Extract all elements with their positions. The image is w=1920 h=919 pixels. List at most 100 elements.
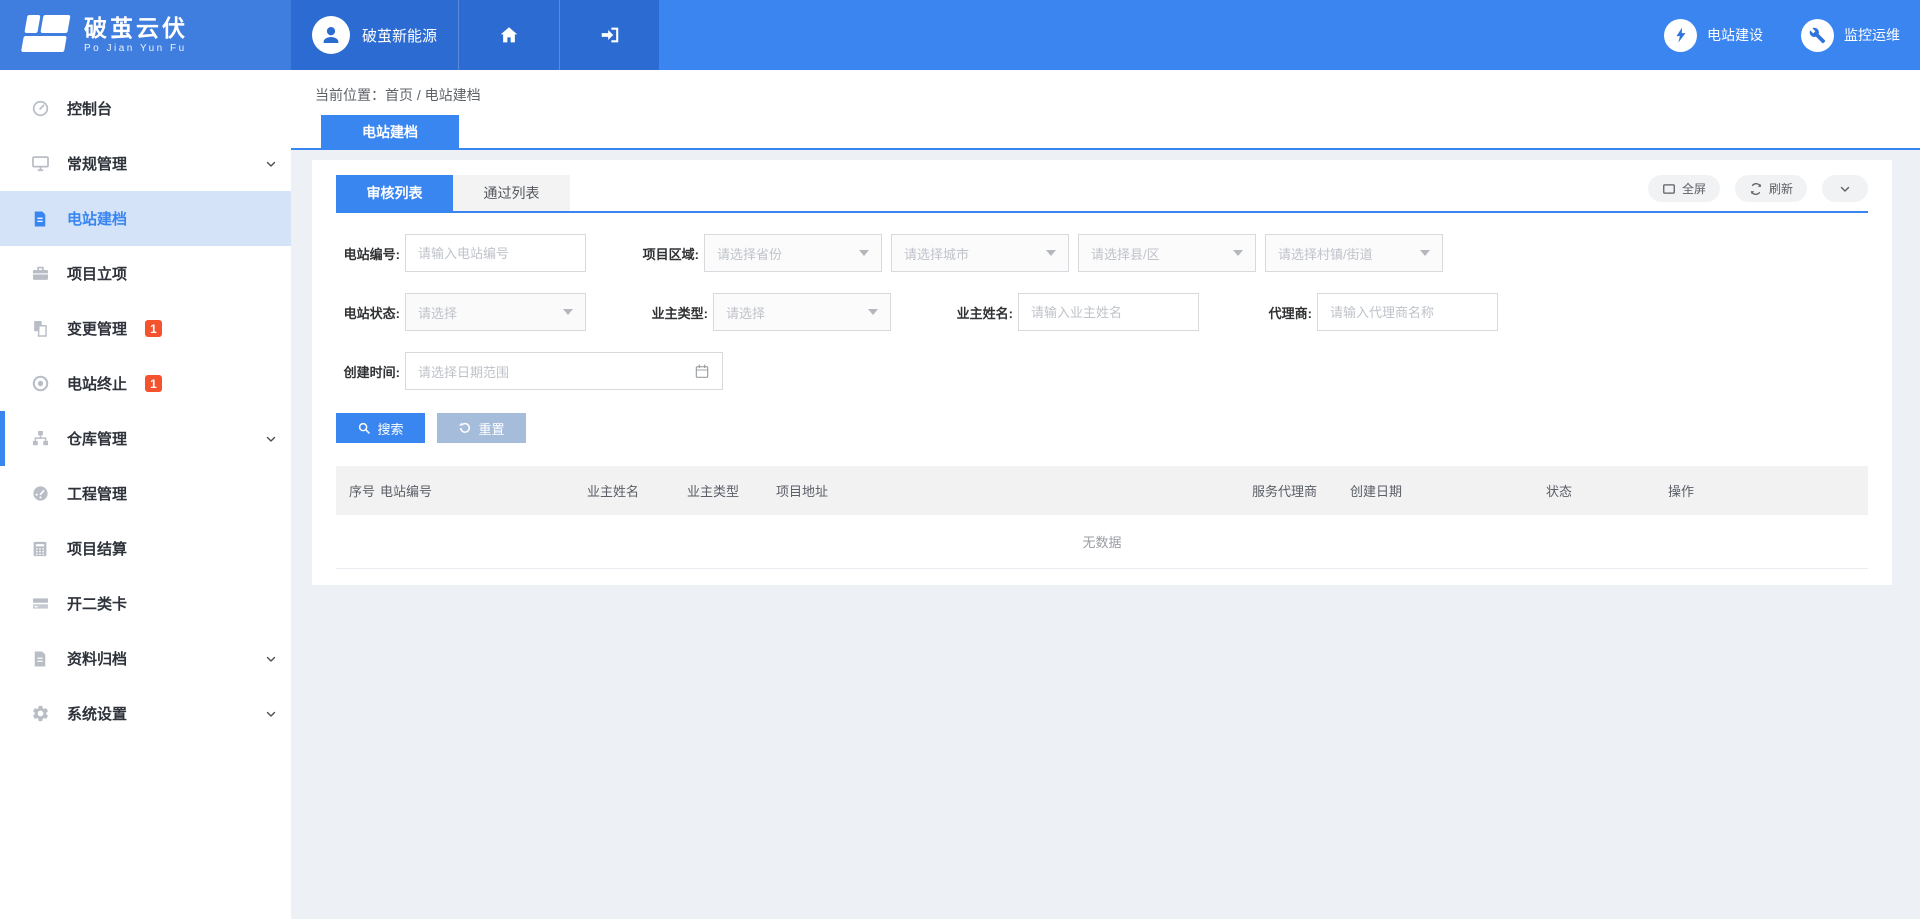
caret-down-icon: [563, 309, 573, 315]
caret-down-icon: [859, 250, 869, 256]
station-no-input[interactable]: [405, 234, 586, 272]
search-button[interactable]: 搜索: [336, 413, 425, 443]
owner-type-select[interactable]: 请选择: [713, 293, 891, 331]
col-owner-type: 业主类型: [687, 481, 776, 500]
mode-station-build[interactable]: 电站建设: [1664, 19, 1763, 52]
gauge-icon: [30, 484, 50, 504]
collapse-button[interactable]: [1822, 175, 1868, 202]
pages-icon: [30, 319, 50, 339]
filter-actions: 搜索 重置: [336, 413, 1868, 443]
mode-monitor-ops[interactable]: 监控运维: [1801, 19, 1900, 52]
col-created-date: 创建日期: [1350, 481, 1546, 500]
chevron-down-icon: [264, 432, 278, 446]
home-button[interactable]: [458, 0, 559, 70]
filter-row-3: 创建时间: 请选择日期范围: [336, 352, 1868, 390]
search-icon: [357, 421, 371, 435]
main-area: 当前位置：首页 / 电站建档 电站建档 审核列表 通过列表 全屏 刷新: [291, 70, 1920, 919]
col-project-address: 项目地址: [776, 481, 1252, 500]
chevron-down-icon: [264, 157, 278, 171]
briefcase-icon: [30, 264, 50, 284]
sidebar-scroll-indicator: [0, 411, 5, 466]
station-status-label: 电站状态:: [336, 303, 400, 322]
document-icon: [30, 209, 50, 229]
panel-toolbar: 全屏 刷新: [1648, 175, 1868, 202]
tab-review-list[interactable]: 审核列表: [336, 175, 453, 211]
agent-input[interactable]: [1317, 293, 1498, 331]
calculator-icon: [30, 539, 50, 559]
lightning-icon: [1664, 19, 1697, 52]
caret-down-icon: [1046, 250, 1056, 256]
station-termination-badge: 1: [145, 375, 162, 392]
empty-state: 无数据: [336, 515, 1868, 569]
col-status: 状态: [1546, 481, 1668, 500]
station-archive-panel: 审核列表 通过列表 全屏 刷新: [312, 160, 1892, 585]
sidebar-item-general-mgmt[interactable]: 常规管理: [0, 136, 291, 191]
gear-icon: [30, 704, 50, 724]
brand-subtitle: Po Jian Yun Fu: [84, 43, 188, 54]
wrench-icon: [1801, 19, 1834, 52]
table-header-row: 序号 电站编号 业主姓名 业主类型 项目地址 服务代理商 创建日期 状态 操作: [336, 466, 1868, 515]
chevron-down-icon: [1838, 182, 1852, 196]
refresh-icon: [1749, 182, 1763, 196]
col-seq: 序号: [349, 481, 380, 500]
owner-name-input[interactable]: [1018, 293, 1199, 331]
owner-name-label: 业主姓名:: [949, 303, 1013, 322]
mode-monitor-ops-label: 监控运维: [1844, 25, 1900, 45]
sidebar-item-warehouse-mgmt[interactable]: 仓库管理: [0, 411, 291, 466]
fullscreen-button[interactable]: 全屏: [1648, 175, 1720, 202]
filter-row-2: 电站状态: 请选择 业主类型: 请选择 业主姓名: 代理商:: [336, 293, 1868, 331]
results-table: 序号 电站编号 业主姓名 业主类型 项目地址 服务代理商 创建日期 状态 操作 …: [336, 466, 1868, 569]
agent-label: 代理商:: [1248, 303, 1312, 322]
county-select[interactable]: 请选择县/区: [1078, 234, 1256, 272]
chevron-down-icon: [264, 707, 278, 721]
avatar: [312, 16, 350, 54]
date-range-picker[interactable]: 请选择日期范围: [405, 352, 723, 390]
sidebar: 控制台 常规管理 电站建档 项目立项: [0, 70, 291, 919]
col-service-agent: 服务代理商: [1252, 481, 1350, 500]
filter-row-1: 电站编号: 项目区域: 请选择省份 请选择城市 请选择县/区 请选择村镇/街道: [336, 234, 1868, 272]
sidebar-item-engineering-mgmt[interactable]: 工程管理: [0, 466, 291, 521]
station-no-label: 电站编号:: [336, 244, 400, 263]
sidebar-item-project-settlement[interactable]: 项目结算: [0, 521, 291, 576]
change-mgmt-badge: 1: [145, 320, 162, 337]
brand-title: 破茧云伏: [84, 16, 188, 41]
sidebar-item-station-archive[interactable]: 电站建档: [0, 191, 291, 246]
dashboard-icon: [30, 99, 50, 119]
sidebar-item-station-termination[interactable]: 电站终止 1: [0, 356, 291, 411]
top-bar-right: 电站建设 监控运维: [659, 0, 1920, 70]
user-icon: [319, 23, 343, 47]
region-label: 项目区域:: [635, 244, 699, 263]
sidebar-item-system-settings[interactable]: 系统设置: [0, 686, 291, 741]
col-station-no: 电站编号: [380, 481, 587, 500]
file-archive-icon: [30, 649, 50, 669]
target-icon: [30, 374, 50, 394]
sidebar-item-change-mgmt[interactable]: 变更管理 1: [0, 301, 291, 356]
sidebar-item-console[interactable]: 控制台: [0, 81, 291, 136]
monitor-icon: [30, 154, 50, 174]
brand-logo: 破茧云伏 Po Jian Yun Fu: [0, 0, 291, 70]
page-tab-station-archive[interactable]: 电站建档: [321, 115, 459, 148]
col-actions: 操作: [1668, 481, 1868, 500]
sidebar-item-open-class2-card[interactable]: 开二类卡: [0, 576, 291, 631]
station-status-select[interactable]: 请选择: [405, 293, 586, 331]
top-bar: 破茧云伏 Po Jian Yun Fu 破茧新能源 电站建设 监控运维: [0, 0, 1920, 70]
refresh-button[interactable]: 刷新: [1735, 175, 1807, 202]
sidebar-item-project-initiation[interactable]: 项目立项: [0, 246, 291, 301]
tab-passed-list[interactable]: 通过列表: [453, 175, 570, 211]
sidebar-item-data-archive[interactable]: 资料归档: [0, 631, 291, 686]
caret-down-icon: [1420, 250, 1430, 256]
owner-type-label: 业主类型:: [644, 303, 708, 322]
user-menu[interactable]: 破茧新能源: [291, 0, 458, 70]
province-select[interactable]: 请选择省份: [704, 234, 882, 272]
city-select[interactable]: 请选择城市: [891, 234, 1069, 272]
breadcrumb: 当前位置：首页 / 电站建档: [315, 85, 1920, 105]
exit-arrow-icon: [599, 24, 621, 46]
village-select[interactable]: 请选择村镇/街道: [1265, 234, 1443, 272]
fullscreen-icon: [1662, 182, 1676, 196]
cards-icon: [30, 594, 50, 614]
user-name: 破茧新能源: [362, 25, 437, 46]
logout-button[interactable]: [559, 0, 659, 70]
reset-button[interactable]: 重置: [437, 413, 526, 443]
calendar-icon: [694, 363, 710, 379]
col-owner-name: 业主姓名: [587, 481, 687, 500]
